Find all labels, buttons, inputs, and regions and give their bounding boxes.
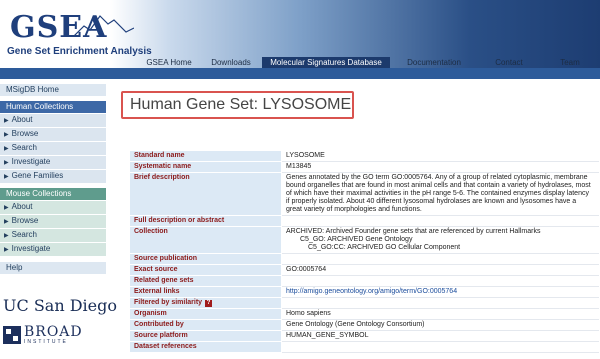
gsea-logo[interactable]: GSEA Gene Set Enrichment Analysis: [4, 6, 152, 62]
table-row: Source publication: [129, 253, 599, 265]
sidebar-item-human-investigate[interactable]: ▶ Investigate: [0, 155, 106, 169]
mountain-icon: [74, 15, 134, 37]
value-standard-name: LYSOSOME: [281, 150, 599, 162]
nav-molecular-signatures-database[interactable]: Molecular Signatures Database: [262, 57, 390, 68]
label-source-platform: Source platform: [129, 330, 282, 342]
nav-downloads[interactable]: Downloads: [200, 57, 262, 68]
help-icon[interactable]: ?: [205, 300, 213, 307]
value-filtered-by-similarity: [281, 297, 599, 309]
value-dataset-references: [281, 341, 599, 353]
nav-gsea-home[interactable]: GSEA Home: [138, 57, 200, 68]
label-exact-source: Exact source: [129, 264, 282, 276]
broad-institute-logo[interactable]: BROAD INSTITUTE: [3, 325, 83, 345]
sidebar-item-human-browse[interactable]: ▶ Browse: [0, 127, 106, 141]
triangle-right-icon: ▶: [4, 118, 9, 124]
collection-c5-go: C5_GO: ARCHIVED Gene Ontology: [300, 236, 413, 243]
label-standard-name: Standard name: [129, 150, 282, 162]
triangle-right-icon: ▶: [4, 205, 9, 211]
triangle-right-icon: ▶: [4, 233, 9, 239]
broad-name: BROAD: [24, 324, 83, 340]
value-exact-source: GO:0005764: [281, 264, 599, 276]
broad-logo-icon: [3, 326, 21, 344]
triangle-right-icon: ▶: [4, 174, 9, 180]
filtered-label-text: Filtered by similarity: [134, 299, 203, 306]
external-link-amigo[interactable]: http://amigo.geneontology.org/amigo/term…: [286, 288, 457, 295]
sidebar-item-mouse-about[interactable]: ▶ About: [0, 200, 106, 214]
sidebar-item-label: About: [11, 202, 33, 211]
triangle-right-icon: ▶: [4, 146, 9, 152]
triangle-right-icon: ▶: [4, 219, 9, 225]
value-related-gene-sets: [281, 275, 599, 287]
table-row: Filtered by similarity?: [129, 297, 599, 309]
value-full-description: [281, 215, 599, 227]
gene-set-details-table: Standard name LYSOSOME Systematic name M…: [129, 150, 599, 353]
table-row: Standard name LYSOSOME: [129, 150, 599, 162]
sidebar-item-label: Gene Families: [11, 171, 64, 180]
value-systematic-name: M13845: [281, 161, 599, 173]
sidebar-item-label: Browse: [11, 216, 39, 225]
label-external-links: External links: [129, 286, 282, 298]
logo-subtitle: Gene Set Enrichment Analysis: [7, 46, 152, 57]
header-bar: [0, 68, 600, 79]
table-row: Related gene sets: [129, 275, 599, 287]
table-row: Organism Homo sapiens: [129, 308, 599, 320]
label-source-publication: Source publication: [129, 253, 282, 265]
table-row: External links http://amigo.geneontology…: [129, 286, 599, 298]
table-row: Full description or abstract: [129, 215, 599, 227]
sidebar-item-label: Search: [11, 230, 37, 239]
top-navigation: GSEA Home Downloads Molecular Signatures…: [138, 57, 600, 68]
table-row: Contributed by Gene Ontology (Gene Ontol…: [129, 319, 599, 331]
triangle-right-icon: ▶: [4, 132, 9, 138]
value-source-platform: HUMAN_GENE_SYMBOL: [281, 330, 599, 342]
sidebar-item-mouse-investigate[interactable]: ▶ Investigate: [0, 242, 106, 256]
sidebar-item-mouse-browse[interactable]: ▶ Browse: [0, 214, 106, 228]
label-full-description: Full description or abstract: [129, 215, 282, 227]
sidebar-item-human-about[interactable]: ▶ About: [0, 113, 106, 127]
sidebar-item-label: Search: [11, 143, 37, 152]
sidebar-help[interactable]: Help: [0, 262, 106, 274]
sidebar: MSigDB Home Human Collections ▶ About ▶ Br…: [0, 84, 106, 274]
triangle-right-icon: ▶: [4, 247, 9, 253]
nav-contact[interactable]: Contact: [478, 57, 540, 68]
table-row: Collection ARCHIVED: Archived Founder ge…: [129, 226, 599, 254]
label-organism: Organism: [129, 308, 282, 320]
table-row: Dataset references: [129, 341, 599, 353]
label-filtered-by-similarity: Filtered by similarity?: [129, 297, 282, 309]
table-row: Brief description Genes annotated by the…: [129, 172, 599, 216]
label-related-gene-sets: Related gene sets: [129, 275, 282, 287]
value-brief-description: Genes annotated by the GO term GO:000576…: [281, 172, 599, 216]
sidebar-item-human-gene-families[interactable]: ▶ Gene Families: [0, 169, 106, 183]
triangle-right-icon: ▶: [4, 160, 9, 166]
collection-archived: ARCHIVED: Archived Founder gene sets tha…: [286, 228, 541, 235]
page-title-box: Human Gene Set: LYSOSOME: [121, 91, 354, 119]
sidebar-item-human-search[interactable]: ▶ Search: [0, 141, 106, 155]
sidebar-mouse-collections-header: Mouse Collections: [0, 188, 106, 200]
label-collection: Collection: [129, 226, 282, 254]
table-row: Source platform HUMAN_GENE_SYMBOL: [129, 330, 599, 342]
sidebar-item-label: Browse: [11, 129, 39, 138]
nav-team[interactable]: Team: [540, 57, 600, 68]
value-source-publication: [281, 253, 599, 265]
sidebar-item-mouse-search[interactable]: ▶ Search: [0, 228, 106, 242]
label-systematic-name: Systematic name: [129, 161, 282, 173]
sidebar-item-label: About: [11, 115, 33, 124]
value-contributed-by: Gene Ontology (Gene Ontology Consortium): [281, 319, 599, 331]
table-row: Exact source GO:0005764: [129, 264, 599, 276]
page-title: Human Gene Set: LYSOSOME: [130, 96, 352, 113]
sidebar-msigdb-home[interactable]: MSigDB Home: [0, 84, 106, 96]
label-dataset-references: Dataset references: [129, 341, 282, 353]
header: GSEA Gene Set Enrichment Analysis GSEA H…: [0, 0, 600, 68]
value-collection: ARCHIVED: Archived Founder gene sets tha…: [281, 226, 599, 254]
value-organism: Homo sapiens: [281, 308, 599, 320]
label-contributed-by: Contributed by: [129, 319, 282, 331]
sidebar-human-collections-header: Human Collections: [0, 101, 106, 113]
label-brief-description: Brief description: [129, 172, 282, 216]
table-row: Systematic name M13845: [129, 161, 599, 173]
collection-c5-go-cc: C5_GO:CC: ARCHIVED GO Cellular Component: [308, 244, 461, 251]
nav-documentation[interactable]: Documentation: [390, 57, 478, 68]
value-external-links: http://amigo.geneontology.org/amigo/term…: [281, 286, 599, 298]
sidebar-item-label: Investigate: [11, 244, 51, 253]
uc-san-diego-logo[interactable]: UC San Diego: [3, 296, 117, 315]
sidebar-item-label: Investigate: [11, 157, 51, 166]
